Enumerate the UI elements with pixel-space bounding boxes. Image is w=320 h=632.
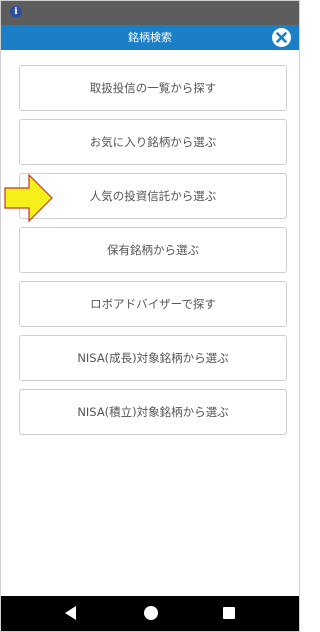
info-icon: i [10, 6, 22, 18]
header-bar: 銘柄検索 [1, 25, 299, 50]
recent-square-icon[interactable] [223, 607, 235, 619]
close-icon [276, 32, 287, 43]
home-circle-icon[interactable] [144, 606, 158, 620]
highlight-arrow-icon [4, 173, 53, 223]
status-bar: i [1, 1, 299, 25]
page-title: 銘柄検索 [128, 31, 172, 44]
nisa-growth-button[interactable]: NISA(成長)対象銘柄から選ぶ [19, 335, 287, 381]
menu-list: 取扱投信の一覧から探す お気に入り銘柄から選ぶ 人気の投資信託から選ぶ 保有銘柄… [1, 50, 299, 596]
close-button[interactable] [272, 28, 291, 47]
android-nav-bar [1, 596, 299, 631]
favorites-button[interactable]: お気に入り銘柄から選ぶ [19, 119, 287, 165]
browse-fund-list-button[interactable]: 取扱投信の一覧から探す [19, 65, 287, 111]
robo-advisor-button[interactable]: ロボアドバイザーで探す [19, 281, 287, 327]
popular-funds-button[interactable]: 人気の投資信託から選ぶ [19, 173, 287, 219]
back-triangle-icon[interactable] [64, 605, 78, 621]
holdings-button[interactable]: 保有銘柄から選ぶ [19, 227, 287, 273]
nisa-tsumitate-button[interactable]: NISA(積立)対象銘柄から選ぶ [19, 389, 287, 435]
